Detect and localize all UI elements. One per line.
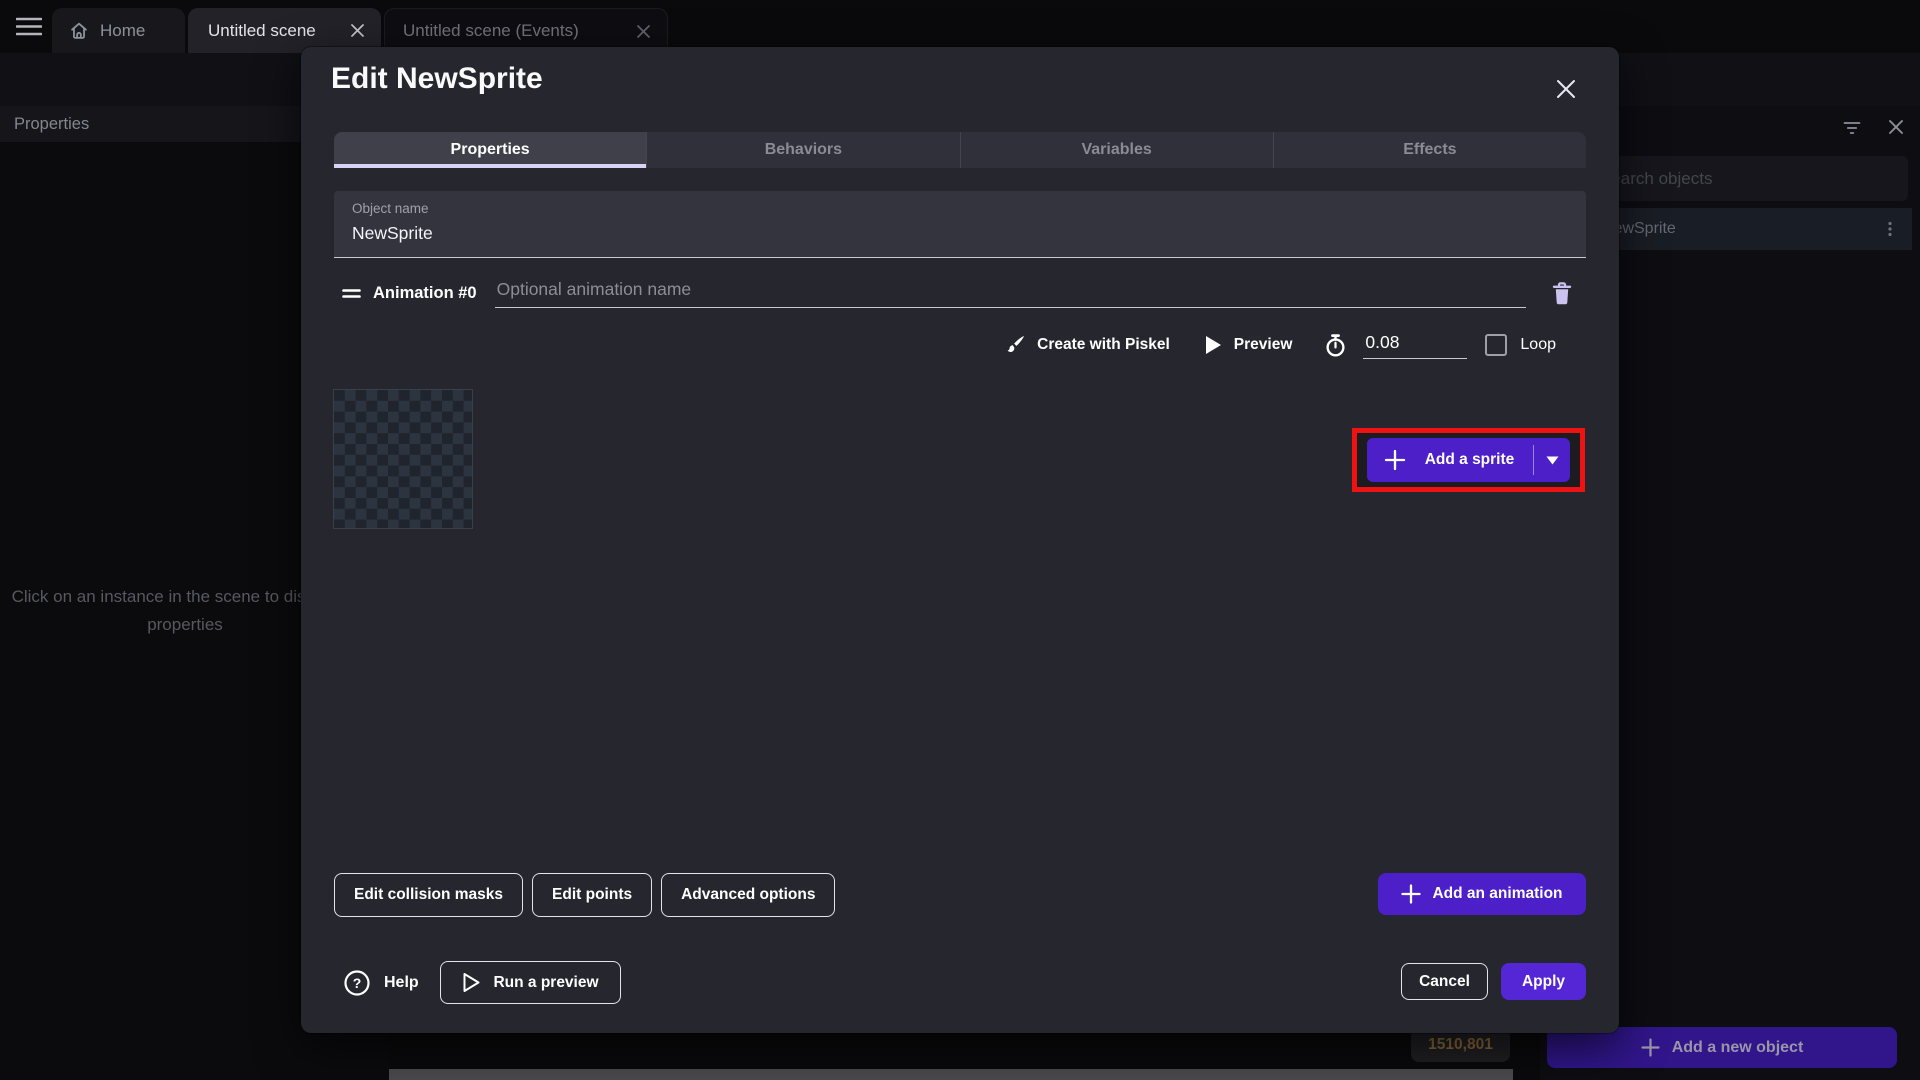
create-with-piskel-button[interactable]: Create with Piskel xyxy=(1003,333,1170,357)
timer-icon xyxy=(1322,332,1349,359)
cursor-coordinates-badge: 1510,801 xyxy=(1411,1028,1510,1062)
plus-icon xyxy=(1384,449,1406,471)
tab-behaviors[interactable]: Behaviors xyxy=(646,132,959,168)
sprite-edit-actions: Edit collision masks Edit points Advance… xyxy=(334,873,835,917)
close-icon[interactable] xyxy=(1553,76,1579,102)
field-label: Object name xyxy=(352,201,429,216)
add-a-sprite-button[interactable]: Add a sprite xyxy=(1367,438,1570,482)
dialog-title: Edit NewSprite xyxy=(331,62,543,96)
add-an-animation-button[interactable]: Add an animation xyxy=(1378,873,1586,915)
kebab-menu-icon[interactable] xyxy=(1882,221,1898,237)
tab-label: Untitled scene (Events) xyxy=(403,21,579,41)
animation-tools-row: Create with Piskel Preview Loop xyxy=(334,325,1556,365)
tab-label: Home xyxy=(100,21,145,41)
play-outline-icon xyxy=(462,972,481,993)
edit-object-dialog: Edit NewSprite Properties Behaviors Vari… xyxy=(301,47,1619,1033)
animation-label: Animation #0 xyxy=(373,284,477,303)
add-new-object-button[interactable]: Add a new object xyxy=(1547,1027,1897,1068)
help-label[interactable]: Help xyxy=(384,974,419,992)
panel-title: Properties xyxy=(14,115,89,134)
close-icon[interactable] xyxy=(350,23,365,38)
topbar: Home Untitled scene Untitled scene (Even… xyxy=(0,0,1920,53)
chevron-down-icon[interactable] xyxy=(1534,456,1570,465)
brush-icon xyxy=(1003,333,1027,357)
button-label: Run a preview xyxy=(493,974,598,992)
tab-properties[interactable]: Properties xyxy=(334,132,646,168)
time-between-frames-input[interactable] xyxy=(1363,332,1467,359)
scene-canvas-edge xyxy=(389,1069,1513,1080)
gdevelop-window: Home Untitled scene Untitled scene (Even… xyxy=(0,0,1920,1080)
help-icon[interactable]: ? xyxy=(343,969,371,997)
apply-button[interactable]: Apply xyxy=(1501,963,1586,1000)
tab-variables[interactable]: Variables xyxy=(960,132,1273,168)
field-value: NewSprite xyxy=(352,223,433,244)
button-label: Add an animation xyxy=(1432,885,1562,903)
svg-text:?: ? xyxy=(353,975,362,991)
dialog-tabbar: Properties Behaviors Variables Effects xyxy=(334,132,1586,168)
tab-home[interactable]: Home xyxy=(52,8,185,53)
plus-icon xyxy=(1401,884,1421,904)
loop-checkbox[interactable] xyxy=(1485,334,1507,356)
button-label: Create with Piskel xyxy=(1037,336,1170,354)
button-label: Add a sprite xyxy=(1406,451,1533,469)
delete-animation-icon[interactable] xyxy=(1550,280,1574,307)
animation-name-input[interactable] xyxy=(495,279,1526,308)
menu-icon[interactable] xyxy=(16,17,42,36)
animation-row: Animation #0 xyxy=(334,271,1574,315)
object-name-field[interactable]: Object name NewSprite xyxy=(334,191,1586,258)
plus-icon xyxy=(1641,1038,1660,1057)
edit-collision-masks-button[interactable]: Edit collision masks xyxy=(334,873,523,917)
tab-label: Untitled scene xyxy=(208,21,316,41)
close-icon[interactable] xyxy=(636,24,651,39)
button-label: Preview xyxy=(1234,336,1293,354)
cancel-button[interactable]: Cancel xyxy=(1401,963,1488,1000)
loop-label: Loop xyxy=(1520,336,1556,354)
empty-sprite-thumbnail xyxy=(333,389,473,529)
highlight-annotation: Add a sprite xyxy=(1352,428,1585,492)
play-icon xyxy=(1204,335,1222,355)
close-panel-icon[interactable] xyxy=(1887,118,1905,136)
home-icon xyxy=(68,20,90,42)
advanced-options-button[interactable]: Advanced options xyxy=(661,873,835,917)
button-label: Add a new object xyxy=(1672,1039,1804,1057)
tab-effects[interactable]: Effects xyxy=(1273,132,1586,168)
filter-icon[interactable] xyxy=(1842,119,1862,137)
preview-button[interactable]: Preview xyxy=(1204,335,1293,355)
run-a-preview-button[interactable]: Run a preview xyxy=(440,961,621,1004)
edit-points-button[interactable]: Edit points xyxy=(532,873,652,917)
drag-handle-icon[interactable] xyxy=(342,288,361,299)
